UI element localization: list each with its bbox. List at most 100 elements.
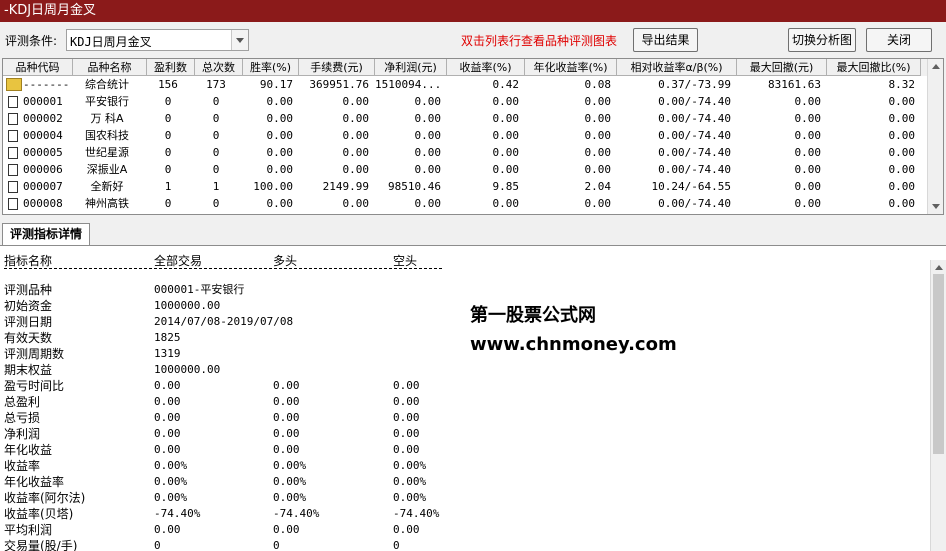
table-cell: 0.00 — [794, 95, 822, 108]
table-cell: 0.00 — [414, 95, 442, 108]
metric-value: 0.00 — [273, 443, 300, 456]
column-header[interactable]: 净利润(元) — [375, 59, 447, 76]
column-header[interactable]: 收益率(%) — [447, 59, 525, 76]
metric-value: 1825 — [154, 331, 181, 344]
scroll-up-icon[interactable] — [932, 64, 940, 69]
table-cell: 0.00 — [414, 129, 442, 142]
close-button[interactable]: 关闭 — [866, 28, 932, 52]
detail-row: 收益率 0.00% 0.00% 0.00% — [0, 458, 930, 474]
metric-value: 0.00 — [273, 523, 300, 536]
metric-value: 0.00 — [154, 411, 181, 424]
scroll-up-icon[interactable] — [935, 265, 943, 270]
table-row[interactable]: 000005 世纪星源 0 0 0.00 0.00 0.00 0.00 0.00 0.00/-74… — [3, 144, 929, 161]
metric-value: 0 — [273, 539, 280, 551]
column-header[interactable]: 盈利数 — [147, 59, 195, 76]
metric-name: 评测日期 — [4, 315, 53, 329]
table-cell: 0.00 — [888, 129, 916, 142]
table-row[interactable]: 000006 深振业A 0 0 0.00 0.00 0.00 0.00 0.00 0.00/-74… — [3, 161, 929, 178]
column-header[interactable]: 最大回撤(元) — [737, 59, 827, 76]
table-row[interactable]: 000004 国农科技 0 0 0.00 0.00 0.00 0.00 0.00 0.00/-74… — [3, 127, 929, 144]
metric-value: 0.00 — [273, 411, 300, 424]
detail-scrollbar[interactable] — [930, 260, 946, 551]
column-header[interactable]: 总次数 — [195, 59, 243, 76]
metric-name: 平均利润 — [4, 523, 53, 537]
switch-chart-button[interactable]: 切换分析图 — [788, 28, 856, 52]
column-header[interactable]: 品种名称 — [73, 59, 147, 76]
condition-dropdown[interactable]: KDJ日周月金叉 — [66, 29, 249, 51]
scroll-thumb[interactable] — [933, 274, 944, 454]
table-cell: 0.37/-73.99 — [658, 78, 731, 91]
table-cell: 0.00/-74.40 — [658, 197, 731, 210]
chevron-down-icon[interactable] — [231, 30, 248, 50]
export-results-button[interactable]: 导出结果 — [633, 28, 698, 52]
results-table[interactable]: 品种代码 品种名称 盈利数 总次数 胜率(%) 手续费(元) 净利润(元) 收益率(%) 年化收… — [2, 58, 944, 215]
table-cell: 0.00 — [266, 129, 294, 142]
table-cell: 0.00 — [888, 180, 916, 193]
table-cell: 0 — [212, 112, 220, 125]
table-row[interactable]: 000002 万 科A 0 0 0.00 0.00 0.00 0.00 0.00 0.00/-74… — [3, 110, 929, 127]
metric-name: 年化收益 — [4, 443, 53, 457]
document-icon — [8, 147, 18, 159]
table-cell: 0.00 — [888, 112, 916, 125]
metric-value: 0.00 — [154, 379, 181, 392]
metric-name: 初始资金 — [4, 299, 53, 313]
table-scrollbar[interactable] — [927, 59, 943, 214]
detail-row: 年化收益 0.00 0.00 0.00 — [0, 442, 930, 458]
column-header[interactable]: 年化收益率(%) — [525, 59, 617, 76]
metric-value: 1000000.00 — [154, 363, 221, 376]
table-row[interactable]: 000001 平安银行 0 0 0.00 0.00 0.00 0.00 0.00 0.00/-74… — [3, 93, 929, 110]
table-cell: 0.00/-74.40 — [658, 112, 731, 125]
column-header[interactable]: 手续费(元) — [299, 59, 375, 76]
table-cell: 0.00 — [584, 95, 612, 108]
metric-value: 0.00 — [393, 427, 420, 440]
metric-value: 0.00% — [393, 491, 427, 504]
table-cell: 1 — [164, 180, 172, 193]
table-cell: 0.00 — [414, 146, 442, 159]
detail-row: 年化收益率 0.00% 0.00% 0.00% — [0, 474, 930, 490]
table-cell: ------- — [23, 78, 70, 91]
table-cell: 0.00 — [584, 197, 612, 210]
detail-row: 有效天数 1825 — [0, 330, 930, 346]
detail-header-short: 空头 — [393, 254, 418, 268]
table-cell: 平安银行 — [85, 95, 129, 108]
table-cell: 000006 — [23, 163, 63, 176]
detail-row: 总亏损 0.00 0.00 0.00 — [0, 410, 930, 426]
document-icon — [8, 113, 18, 125]
table-cell: 90.17 — [259, 78, 293, 91]
metric-name: 净利润 — [4, 427, 41, 441]
metric-value: 0.00% — [154, 475, 188, 488]
table-cell: 0.00/-74.40 — [658, 95, 731, 108]
metric-name: 年化收益率 — [4, 475, 65, 489]
table-cell: 0.00 — [342, 197, 370, 210]
scroll-down-icon[interactable] — [932, 204, 940, 209]
table-cell: 0.00 — [888, 95, 916, 108]
tab-detail[interactable]: 评测指标详情 — [2, 223, 90, 245]
metric-value: 0.00% — [393, 459, 427, 472]
metric-value: 0.00 — [154, 523, 181, 536]
table-cell: 10.24/-64.55 — [651, 180, 731, 193]
metric-value: 0.00 — [273, 427, 300, 440]
column-header[interactable]: 胜率(%) — [243, 59, 299, 76]
watermark-title: 第一股票公式网 — [470, 305, 596, 326]
metric-name: 收益率(贝塔) — [4, 507, 74, 521]
metric-name: 评测品种 — [4, 283, 53, 297]
table-cell: 深振业A — [86, 163, 128, 176]
table-cell: 0.00 — [342, 95, 370, 108]
detail-header-all: 全部交易 — [154, 254, 203, 268]
table-row[interactable]: 000008 神州高铁 0 0 0.00 0.00 0.00 0.00 0.00 0.00/-74… — [3, 195, 929, 212]
column-header[interactable]: 最大回撤比(%) — [827, 59, 921, 76]
table-cell: 369951.76 — [309, 78, 369, 91]
metric-value: 2014/07/08-2019/07/08 — [154, 315, 294, 328]
watermark-url: www.chnmoney.com — [470, 334, 677, 355]
column-header[interactable]: 相对收益率α/β(%) — [617, 59, 737, 76]
column-header[interactable]: 品种代码 — [3, 59, 73, 76]
table-cell: 综合统计 — [85, 78, 129, 91]
metric-name: 有效天数 — [4, 331, 53, 345]
table-cell: 0.00 — [794, 146, 822, 159]
table-cell: 0.00 — [584, 146, 612, 159]
condition-label: 评测条件: — [5, 34, 58, 48]
table-cell: 2149.99 — [322, 180, 369, 193]
table-row[interactable]: 000007 全新好 1 1 100.00 2149.99 98510.46 9.85 2.04… — [3, 178, 929, 195]
table-row[interactable]: ------- 综合统计 156 173 90.17 369951.76 1510094..… — [3, 76, 929, 93]
metric-name: 盈亏时间比 — [4, 379, 65, 393]
